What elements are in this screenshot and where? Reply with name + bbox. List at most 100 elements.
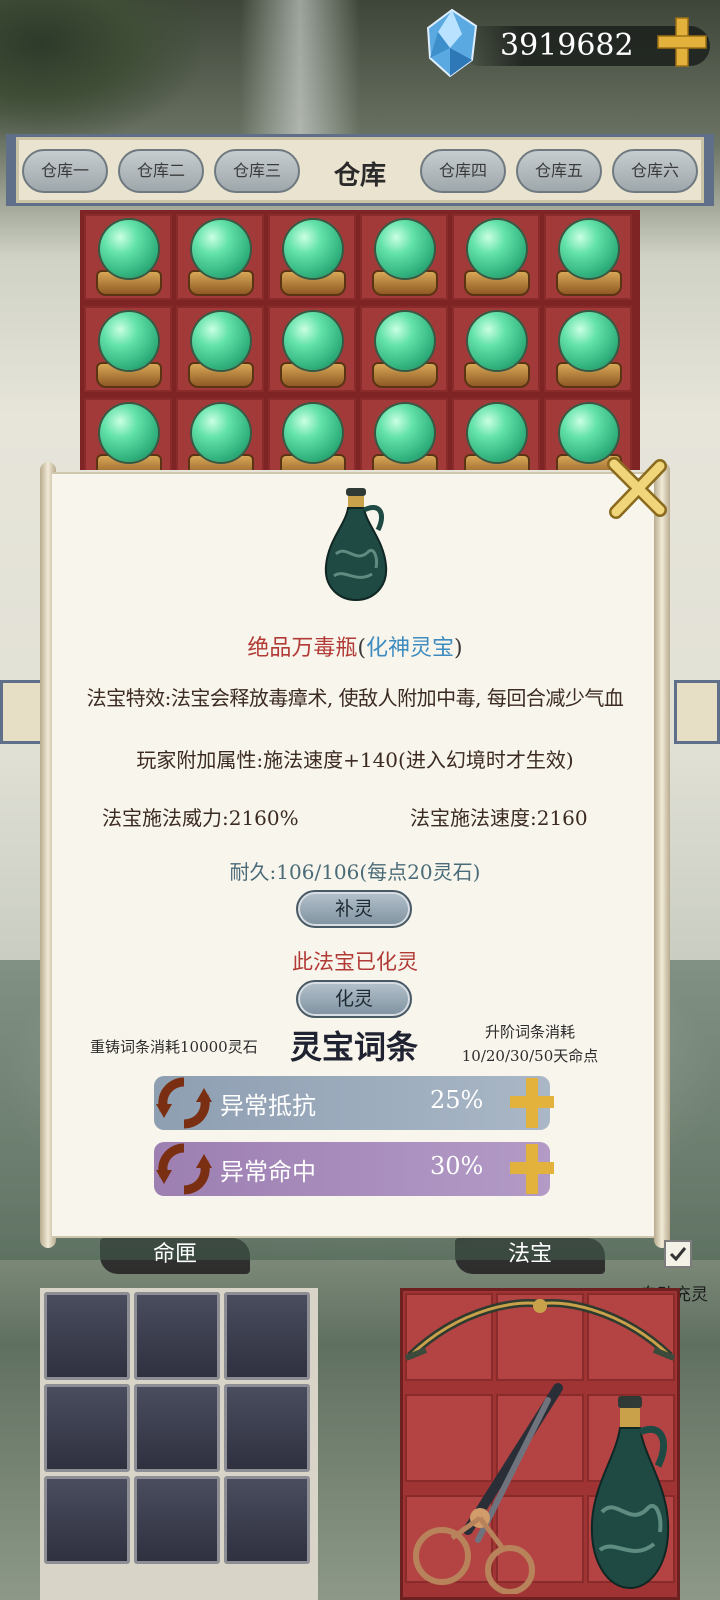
- recast-cost: 重铸词条消耗10000灵石: [90, 1038, 258, 1056]
- upgrade-affix-button[interactable]: [510, 1074, 554, 1132]
- item-name: 绝品万毒瓶(化神灵宝): [40, 630, 670, 662]
- close-icon[interactable]: [604, 456, 670, 522]
- tab-warehouse-2[interactable]: 仓库二: [118, 149, 204, 193]
- tab-warehouse-5[interactable]: 仓库五: [516, 149, 602, 193]
- affix-value: 25%: [430, 1086, 484, 1114]
- checkmark-icon: [669, 1247, 687, 1262]
- affix-label: 异常命中: [220, 1158, 316, 1186]
- cast-speed: 法宝施法速度:2160: [410, 806, 588, 830]
- green-spirit-orb-icon: [560, 404, 618, 462]
- spirit-status: 此法宝已化灵: [292, 950, 418, 974]
- paren-close: ): [454, 636, 463, 661]
- affix-value: 30%: [430, 1152, 484, 1180]
- tab-warehouse-4[interactable]: 仓库四: [420, 149, 506, 193]
- green-spirit-orb-icon: [100, 312, 158, 370]
- green-spirit-orb-icon: [192, 312, 250, 370]
- green-spirit-orb-icon: [376, 220, 434, 278]
- auto-refill-checkbox[interactable]: [664, 1240, 692, 1268]
- item-grade: 化神灵宝: [366, 636, 455, 661]
- green-spirit-orb-icon: [560, 312, 618, 370]
- storage-slot[interactable]: [452, 306, 540, 392]
- poison-vase-icon[interactable]: [584, 1392, 676, 1592]
- background-waterfall: [240, 0, 360, 140]
- fate-slot[interactable]: [134, 1292, 220, 1380]
- fate-slot[interactable]: [134, 1476, 220, 1564]
- item-detail-popup: 绝品万毒瓶(化神灵宝) 法宝特效:法宝会释放毒瘴术, 使敌人附加中毒, 每回合减…: [40, 457, 670, 1248]
- reroll-icon[interactable]: [154, 1140, 214, 1198]
- item-name-text: 绝品万毒瓶: [247, 636, 358, 661]
- bow-icon[interactable]: [402, 1296, 678, 1372]
- player-bonus: 玩家附加属性:施法速度+140(进入幻境时才生效): [136, 748, 574, 772]
- green-spirit-orb-icon: [284, 404, 342, 462]
- storage-slot[interactable]: [176, 306, 264, 392]
- cast-power: 法宝施法威力:2160%: [102, 806, 299, 830]
- currency-amount: 3919682: [500, 28, 634, 63]
- fate-box-title: 命匣: [100, 1234, 250, 1278]
- storage-slot[interactable]: [84, 214, 172, 300]
- tab-warehouse-6[interactable]: 仓库六: [612, 149, 698, 193]
- paren-open: (: [357, 636, 366, 661]
- scroll-edge-right: [674, 680, 720, 744]
- green-spirit-orb-icon: [468, 220, 526, 278]
- tab-warehouse-1[interactable]: 仓库一: [22, 149, 108, 193]
- green-spirit-orb-icon: [284, 220, 342, 278]
- storage-slot[interactable]: [84, 398, 172, 470]
- fate-slot[interactable]: [224, 1292, 310, 1380]
- fate-slot[interactable]: [44, 1292, 130, 1380]
- storage-slot[interactable]: [176, 214, 264, 300]
- storage-slot[interactable]: [268, 398, 356, 470]
- fate-slot[interactable]: [44, 1384, 130, 1472]
- reroll-icon[interactable]: [154, 1074, 214, 1132]
- green-spirit-orb-icon: [100, 404, 158, 462]
- scissors-icon[interactable]: [408, 1380, 578, 1594]
- warehouse-title: 仓库: [334, 161, 387, 191]
- green-spirit-orb-icon: [560, 220, 618, 278]
- fate-slot[interactable]: [224, 1476, 310, 1564]
- storage-slot[interactable]: [268, 306, 356, 392]
- green-spirit-orb-icon: [468, 404, 526, 462]
- fate-slot[interactable]: [44, 1476, 130, 1564]
- upgrade-cost: 升阶词条消耗 10/20/30/50天命点: [440, 1020, 620, 1068]
- refill-button[interactable]: 补灵: [296, 890, 412, 928]
- currency-display: 3919682: [420, 4, 720, 84]
- storage-slot[interactable]: [452, 214, 540, 300]
- green-spirit-orb-icon: [192, 220, 250, 278]
- storage-slot[interactable]: [360, 214, 448, 300]
- tab-warehouse-3[interactable]: 仓库三: [214, 149, 300, 193]
- fate-slot[interactable]: [134, 1384, 220, 1472]
- storage-slot[interactable]: [452, 398, 540, 470]
- storage-slot[interactable]: [84, 306, 172, 392]
- storage-slot[interactable]: [360, 398, 448, 470]
- affix-row: 异常命中 30%: [154, 1140, 554, 1198]
- durability: 耐久:106/106(每点20灵石): [229, 860, 481, 884]
- blue-gem-icon: [426, 8, 478, 78]
- storage-slot[interactable]: [176, 398, 264, 470]
- green-spirit-orb-icon: [376, 312, 434, 370]
- storage-slot[interactable]: [544, 214, 632, 300]
- fate-box-grid: [40, 1288, 318, 1600]
- upgrade-cost-line2: 10/20/30/50天命点: [461, 1047, 599, 1065]
- upgrade-cost-line1: 升阶词条消耗: [484, 1023, 575, 1041]
- affix-title: 灵宝词条: [290, 1028, 419, 1066]
- storage-slot[interactable]: [544, 306, 632, 392]
- storage-grid: [80, 210, 640, 470]
- warehouse-tab-bar: 仓库一 仓库二 仓库三 仓库 仓库四 仓库五 仓库六: [6, 134, 714, 206]
- green-spirit-orb-icon: [100, 220, 158, 278]
- treasure-title: 法宝: [455, 1234, 605, 1278]
- spiritualize-button[interactable]: 化灵: [296, 980, 412, 1018]
- green-spirit-orb-icon: [468, 312, 526, 370]
- scroll-rod-right: [654, 462, 670, 1248]
- storage-slot[interactable]: [360, 306, 448, 392]
- affix-label: 异常抵抗: [220, 1092, 316, 1120]
- affix-row: 异常抵抗 25%: [154, 1074, 554, 1132]
- green-spirit-orb-icon: [284, 312, 342, 370]
- poison-vase-icon: [324, 488, 388, 602]
- add-currency-button[interactable]: [654, 14, 710, 70]
- green-spirit-orb-icon: [192, 404, 250, 462]
- background-cliff: [0, 0, 200, 140]
- upgrade-affix-button[interactable]: [510, 1140, 554, 1198]
- storage-slot[interactable]: [268, 214, 356, 300]
- item-effect: 法宝特效:法宝会释放毒瘴术, 使敌人附加中毒, 每回合减少气血: [86, 686, 624, 710]
- green-spirit-orb-icon: [376, 404, 434, 462]
- fate-slot[interactable]: [224, 1384, 310, 1472]
